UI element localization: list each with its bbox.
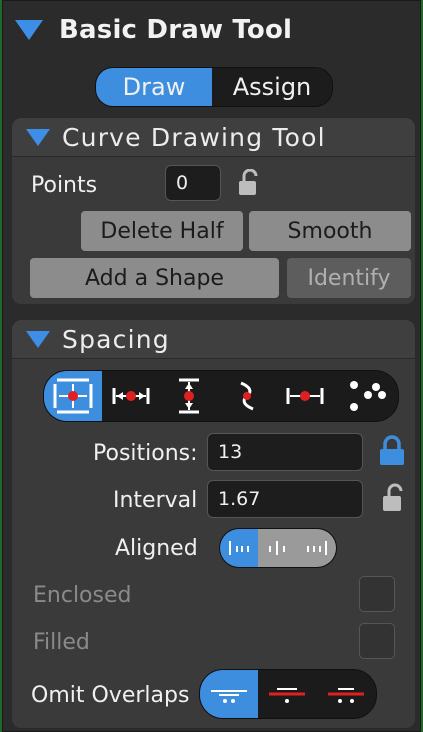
smooth-button[interactable]: Smooth xyxy=(249,211,411,251)
positions-label: Positions: xyxy=(93,441,198,466)
points-field[interactable]: 0 xyxy=(165,165,221,201)
spacing-mode-bar xyxy=(43,370,399,422)
assign-mode-button[interactable]: Assign xyxy=(212,68,332,106)
enclosed-checkbox[interactable] xyxy=(359,576,395,612)
collapse-triangle-icon[interactable] xyxy=(15,20,43,40)
basic-draw-tool-panel: Basic Draw Tool Draw Assign Curve Drawin… xyxy=(2,0,421,732)
add-shape-button[interactable]: Add a Shape xyxy=(30,258,279,298)
delete-half-button[interactable]: Delete Half xyxy=(81,211,243,251)
collapse-triangle-icon[interactable] xyxy=(26,330,50,348)
fit-both-icon[interactable] xyxy=(44,371,102,421)
unlocked-icon[interactable] xyxy=(237,169,261,197)
horizontal-span-icon[interactable] xyxy=(102,371,160,421)
interval-label: Interval xyxy=(113,488,198,513)
aligned-center-icon[interactable] xyxy=(258,529,298,567)
aligned-end-icon[interactable] xyxy=(298,529,336,567)
omit-both-icon[interactable] xyxy=(316,670,376,718)
curve-span-icon[interactable] xyxy=(218,371,276,421)
omit-overlaps-toggle xyxy=(199,669,377,719)
unlocked-icon[interactable] xyxy=(381,483,405,513)
curve-section-header[interactable]: Curve Drawing Tool xyxy=(12,118,415,157)
panel-title: Basic Draw Tool xyxy=(59,15,293,45)
spacing-section-title: Spacing xyxy=(62,324,170,354)
collapse-triangle-icon[interactable] xyxy=(26,128,50,146)
vertical-span-icon[interactable] xyxy=(160,371,218,421)
scatter-points-icon[interactable] xyxy=(334,371,398,421)
points-label: Points xyxy=(31,173,98,198)
panel-header[interactable]: Basic Draw Tool xyxy=(3,1,420,59)
identify-button[interactable]: Identify xyxy=(287,258,411,298)
omit-end-icon[interactable] xyxy=(258,670,316,718)
aligned-label: Aligned xyxy=(115,536,198,561)
positions-field[interactable]: 13 xyxy=(207,433,363,471)
enclosed-label: Enclosed xyxy=(33,583,132,608)
edge-span-icon[interactable] xyxy=(276,371,334,421)
draw-mode-button[interactable]: Draw xyxy=(96,68,212,106)
omit-none-icon[interactable] xyxy=(200,670,258,718)
spacing-section-header[interactable]: Spacing xyxy=(12,320,415,359)
filled-label: Filled xyxy=(33,630,90,655)
locked-icon[interactable] xyxy=(377,435,407,467)
mode-toggle: Draw Assign xyxy=(95,67,333,107)
interval-field[interactable]: 1.67 xyxy=(207,480,363,518)
filled-checkbox[interactable] xyxy=(359,623,395,659)
aligned-toggle xyxy=(219,528,337,568)
aligned-on-icon[interactable] xyxy=(220,529,258,567)
curve-section-title: Curve Drawing Tool xyxy=(62,122,326,152)
omit-overlaps-label: Omit Overlaps xyxy=(31,683,190,708)
